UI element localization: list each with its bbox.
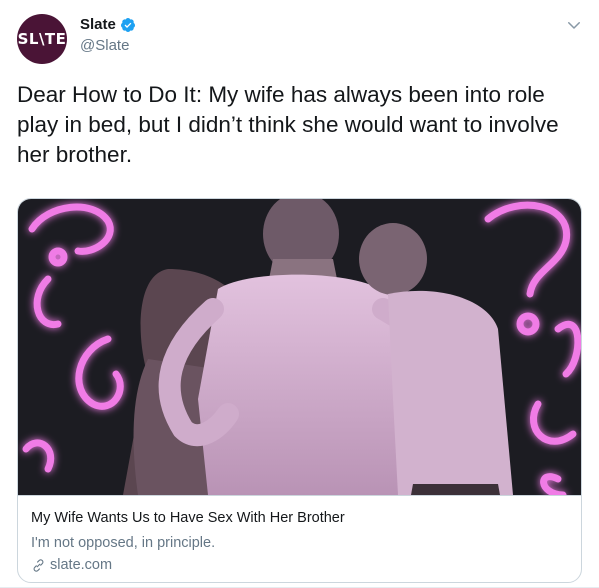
tweet: SL\TE Slate @Slate Dear How to Do It: My… <box>0 0 599 588</box>
display-name[interactable]: Slate <box>80 16 116 33</box>
name-row: Slate <box>80 16 136 33</box>
verified-badge-icon <box>120 17 135 32</box>
avatar-logo-text: SL\TE <box>17 30 67 48</box>
avatar[interactable]: SL\TE <box>17 14 67 64</box>
card-domain: slate.com <box>50 557 113 573</box>
tweet-author: Slate @Slate <box>80 16 136 54</box>
tweet-text: Dear How to Do It: My wife has always be… <box>17 82 559 167</box>
link-icon <box>33 558 44 572</box>
card-domain-row: slate.com <box>31 557 112 573</box>
card-image[interactable] <box>18 199 582 495</box>
card-title[interactable]: My Wife Wants Us to Have Sex With Her Br… <box>31 510 345 526</box>
link-card[interactable]: My Wife Wants Us to Have Sex With Her Br… <box>17 198 582 583</box>
card-divider <box>18 495 581 496</box>
handle[interactable]: @Slate <box>80 37 136 54</box>
chevron-down-icon[interactable] <box>565 16 583 34</box>
card-description: I'm not opposed, in principle. <box>31 535 216 551</box>
